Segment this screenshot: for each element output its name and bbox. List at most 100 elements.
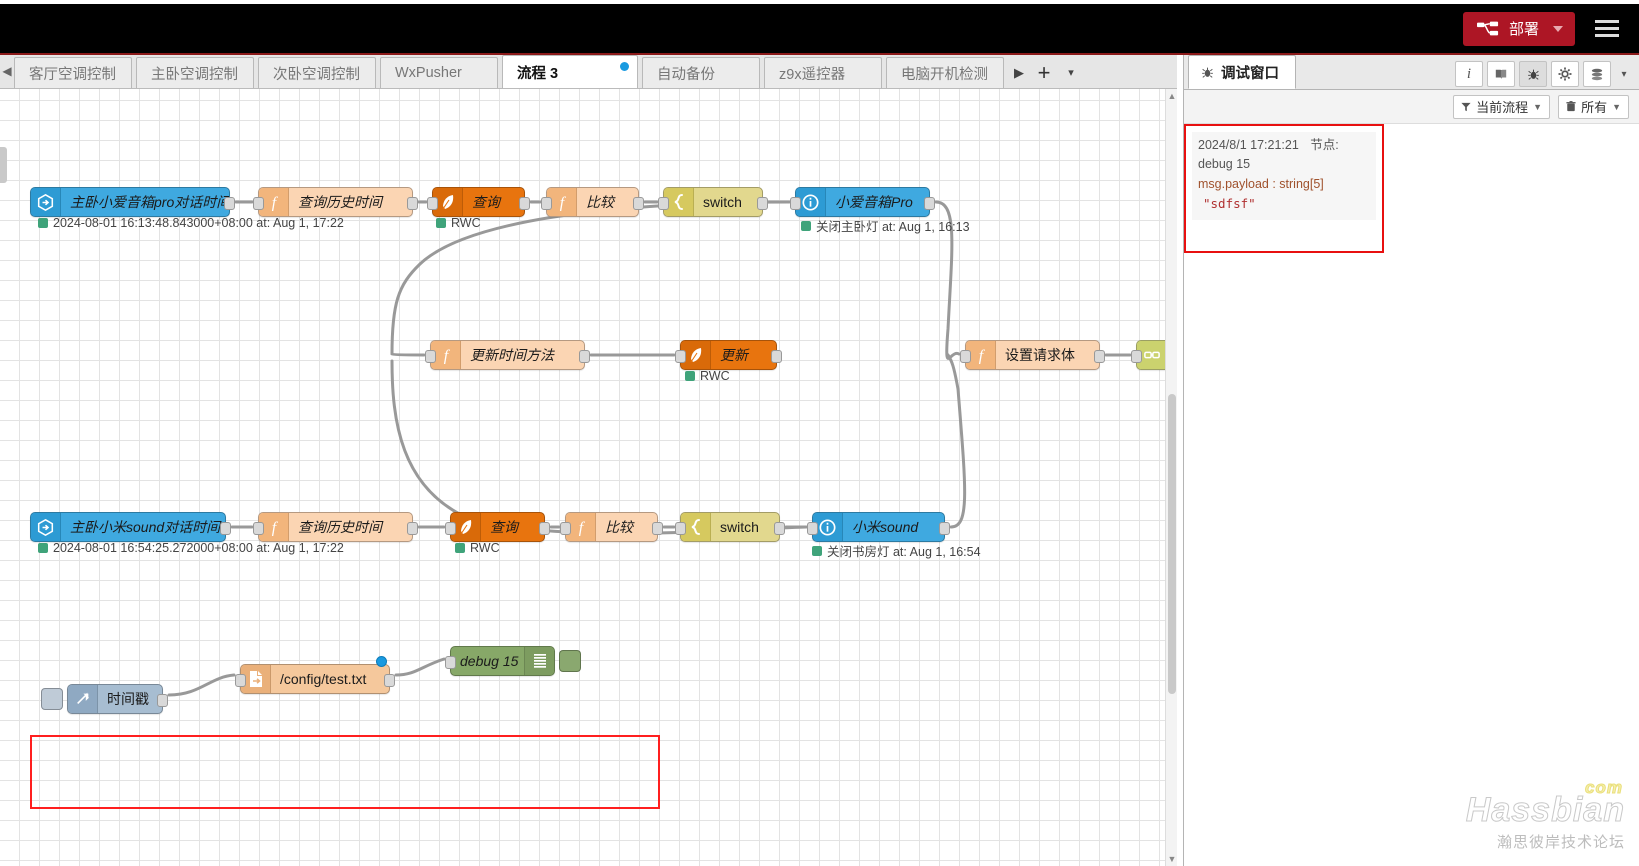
node-output-port[interactable] [539,522,550,535]
node-input-port[interactable] [253,522,264,535]
flow-node[interactable]: /config/test.txt [235,664,395,694]
node-output-port[interactable] [924,197,935,210]
flow-node-label: 查询 [490,519,518,535]
flow-node[interactable]: f 查询历史时间 [253,187,418,217]
chevron-down-icon[interactable]: ▼ [1533,102,1542,112]
main-menu-button[interactable] [1589,12,1625,46]
sidebar-icon-tabs: i ▾ [1455,61,1639,89]
node-output-port[interactable] [579,350,590,363]
debug-message[interactable]: 2024/8/1 17:21:21 节点: debug 15 msg.paylo… [1192,132,1376,220]
chevron-down-icon[interactable]: ▼ [1612,102,1621,112]
workspace-tab[interactable]: 客厅空调控制 [14,57,132,88]
node-input-port[interactable] [445,656,456,669]
node-output-port[interactable] [407,197,418,210]
workspace-tab[interactable]: 电脑开机检测 [886,57,1004,88]
help-book-icon[interactable] [1487,61,1515,87]
scrollbar-thumb[interactable] [1168,394,1176,694]
node-output-port[interactable] [384,674,395,687]
debug-message-list[interactable]: 2024/8/1 17:21:21 节点: debug 15 msg.paylo… [1184,124,1639,866]
flow-node[interactable]: 查询 [445,512,550,542]
flow-node[interactable]: switch [675,512,785,542]
node-output-port[interactable] [652,522,663,535]
debug-bug-icon[interactable] [1519,61,1547,87]
node-output-port[interactable] [157,694,168,707]
flow-node[interactable]: 查询 [427,187,530,217]
flow-node[interactable]: 更新 [675,340,782,370]
flow-node[interactable]: 小米sound [807,512,950,542]
workspace-tab[interactable]: 次卧空调控制 [258,57,376,88]
node-output-port[interactable] [519,197,530,210]
flow-node[interactable]: 主卧小爱音箱pro对话时间 [30,187,235,217]
sidebar-tab-debug[interactable]: 调试窗口 [1188,55,1296,89]
wire-junction-dot[interactable] [376,656,387,667]
flow-node[interactable]: 时间戳 [41,684,168,714]
node-status: RWC [455,541,500,555]
debug-node-toggle-button[interactable] [559,650,581,672]
workspace-tab-label: 次卧空调控制 [273,66,360,83]
flow-node[interactable]: f 更新时间方法 [425,340,590,370]
node-output-port[interactable] [407,522,418,535]
node-input-port[interactable] [427,197,438,210]
flow-node-label: 查询历史时间 [298,194,382,210]
node-output-port[interactable] [633,197,644,210]
flow-node[interactable]: switch [658,187,768,217]
node-input-port[interactable] [253,197,264,210]
node-output-port[interactable] [220,522,231,535]
node-output-port[interactable] [1094,350,1105,363]
node-output-port[interactable] [224,197,235,210]
node-output-port[interactable] [939,522,950,535]
flow-node[interactable]: f 比较 [541,187,644,217]
node-input-port[interactable] [807,522,818,535]
wire [167,673,236,697]
node-input-port[interactable] [235,674,246,687]
scroll-up-icon[interactable]: ▲ [1167,91,1177,101]
flow-node-label: 设置请求体 [1005,347,1075,363]
debug-clear-button[interactable]: 所有 ▼ [1558,94,1629,119]
node-input-port[interactable] [675,522,686,535]
node-input-port[interactable] [960,350,971,363]
scroll-down-icon[interactable]: ▼ [1167,854,1177,864]
deploy-caret-icon[interactable] [1553,25,1563,32]
info-icon[interactable]: i [1455,61,1483,87]
node-output-port[interactable] [774,522,785,535]
workspace-tab[interactable]: 流程 3 [502,55,638,88]
tab-menu-button[interactable]: ▾ [1058,57,1084,88]
debug-filter-button[interactable]: 当前流程 ▼ [1453,94,1551,119]
tab-scroll-right-icon[interactable]: ▶ [1008,57,1030,88]
node-output-port[interactable] [771,350,782,363]
flow-node[interactable]: 小爱音箱Pro [790,187,935,217]
context-stack-icon[interactable] [1583,61,1611,87]
flow-node[interactable]: f 查询历史时间 [253,512,418,542]
workspace-tab[interactable]: z9x遥控器 [764,57,882,88]
flow-canvas[interactable]: 主卧小爱音箱pro对话时间 f 查询历史时间 查询 f 比较 switch 小爱音箱Pro f 更… [0,89,1177,866]
canvas-vertical-scrollbar[interactable]: ▲ ▼ [1165,89,1177,866]
node-input-port[interactable] [675,350,686,363]
node-input-port[interactable] [658,197,669,210]
flow-node[interactable]: f 设置请求体 [960,340,1105,370]
flow-node[interactable]: debug 15 [445,646,581,676]
node-input-port[interactable] [790,197,801,210]
tab-changed-dot [620,62,629,71]
svg-text:f: f [443,348,450,365]
debug-clear-label: 所有 [1581,100,1608,115]
add-flow-button[interactable]: + [1030,57,1058,88]
sidebar-menu-icon[interactable]: ▾ [1615,61,1633,87]
node-input-port[interactable] [445,522,456,535]
deploy-button[interactable]: 部署 [1462,11,1575,46]
node-input-port[interactable] [1131,350,1142,363]
config-gear-icon[interactable] [1551,61,1579,87]
palette-toggle-handle[interactable] [0,147,7,183]
flow-node[interactable]: 主卧小米sound对话时间 [30,512,231,542]
node-input-port[interactable] [560,522,571,535]
hamburger-icon-bar [1595,34,1619,37]
flow-node[interactable]: f 比较 [560,512,663,542]
workspace-tab[interactable]: WxPusher [380,57,498,88]
workspace-tab[interactable]: 主卧空调控制 [136,57,254,88]
node-input-port[interactable] [425,350,436,363]
node-output-port[interactable] [757,197,768,210]
tab-scroll-left-icon[interactable]: ◀ [0,54,14,88]
workspace-tab[interactable]: 自动备份 [642,57,760,88]
node-status-text: 关闭主卧灯 at: Aug 1, 16:13 [816,220,970,234]
inject-node-trigger-button[interactable] [41,688,63,710]
node-input-port[interactable] [541,197,552,210]
